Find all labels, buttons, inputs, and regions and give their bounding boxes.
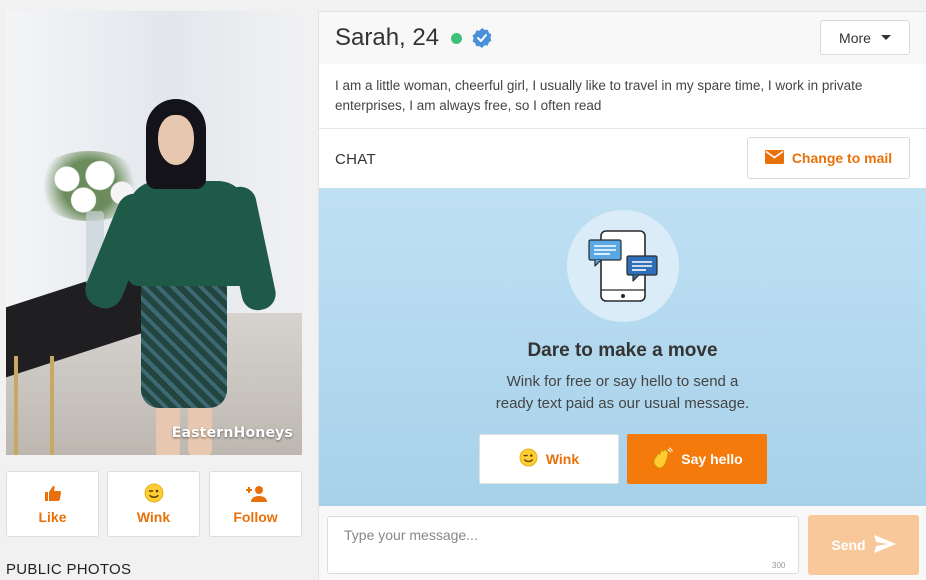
profile-photo[interactable]: EasternHoneys	[6, 11, 302, 455]
profile-bio: I am a little woman, cheerful girl, I us…	[335, 78, 863, 113]
change-to-mail-button[interactable]: Change to mail	[747, 137, 910, 179]
thumbs-up-icon	[44, 483, 62, 503]
profile-name: Sarah, 24	[335, 24, 440, 51]
waving-hand-icon	[651, 447, 674, 472]
wink-button[interactable]: Wink	[107, 471, 200, 537]
change-to-mail-label: Change to mail	[791, 150, 893, 166]
photo-figure-face	[158, 115, 194, 165]
profile-header: Sarah, 24 More	[319, 12, 926, 64]
profile-main-panel: Sarah, 24 More I am a little woman, chee…	[318, 11, 926, 580]
phone-chat-icon	[567, 210, 679, 322]
envelope-icon	[764, 149, 784, 167]
photo-figure-top	[128, 181, 248, 286]
chat-wink-button[interactable]: Wink	[479, 434, 619, 484]
send-button[interactable]: Send	[808, 515, 919, 575]
profile-sidebar: EasternHoneys Like Wink Follow PUBLIC PH…	[0, 0, 310, 580]
profile-actions: Like Wink Follow	[6, 471, 302, 537]
cta-title: Dare to make a move	[527, 340, 718, 361]
photo-figure-skirt	[141, 273, 227, 408]
like-button[interactable]: Like	[6, 471, 99, 537]
wink-label: Wink	[136, 509, 171, 525]
character-counter: 300	[772, 561, 786, 570]
like-label: Like	[38, 509, 67, 525]
verified-badge-icon	[471, 27, 493, 54]
chat-heading: CHAT	[335, 151, 376, 168]
photo-watermark: EasternHoneys	[171, 425, 293, 441]
more-dropdown-button[interactable]: More	[820, 20, 910, 55]
caret-down-icon	[880, 35, 891, 40]
wink-emoji-icon	[519, 448, 538, 470]
say-hello-button[interactable]: Say hello	[627, 434, 767, 484]
message-composer: 300 Send	[319, 506, 926, 580]
follow-label: Follow	[233, 509, 278, 525]
online-status-icon	[451, 33, 462, 44]
cta-description-line-2: ready text paid as our usual message.	[495, 395, 750, 412]
chat-wink-label: Wink	[545, 451, 580, 467]
follow-button[interactable]: Follow	[209, 471, 302, 537]
send-label: Send	[831, 537, 866, 553]
cta-description: Wink for free or say hello to send a rea…	[319, 371, 926, 415]
public-photos-heading: PUBLIC PHOTOS	[6, 561, 132, 578]
add-user-icon	[245, 483, 267, 503]
say-hello-label: Say hello	[681, 451, 743, 467]
cta-description-line-1: Wink for free or say hello to send a	[506, 373, 739, 390]
chat-empty-state: Dare to make a move Wink for free or say…	[319, 188, 926, 506]
more-label: More	[839, 29, 871, 46]
message-input[interactable]	[327, 516, 799, 574]
wink-emoji-icon	[144, 483, 164, 503]
paper-plane-icon	[873, 534, 896, 556]
section-divider	[319, 128, 926, 129]
photo-stool	[14, 356, 54, 455]
